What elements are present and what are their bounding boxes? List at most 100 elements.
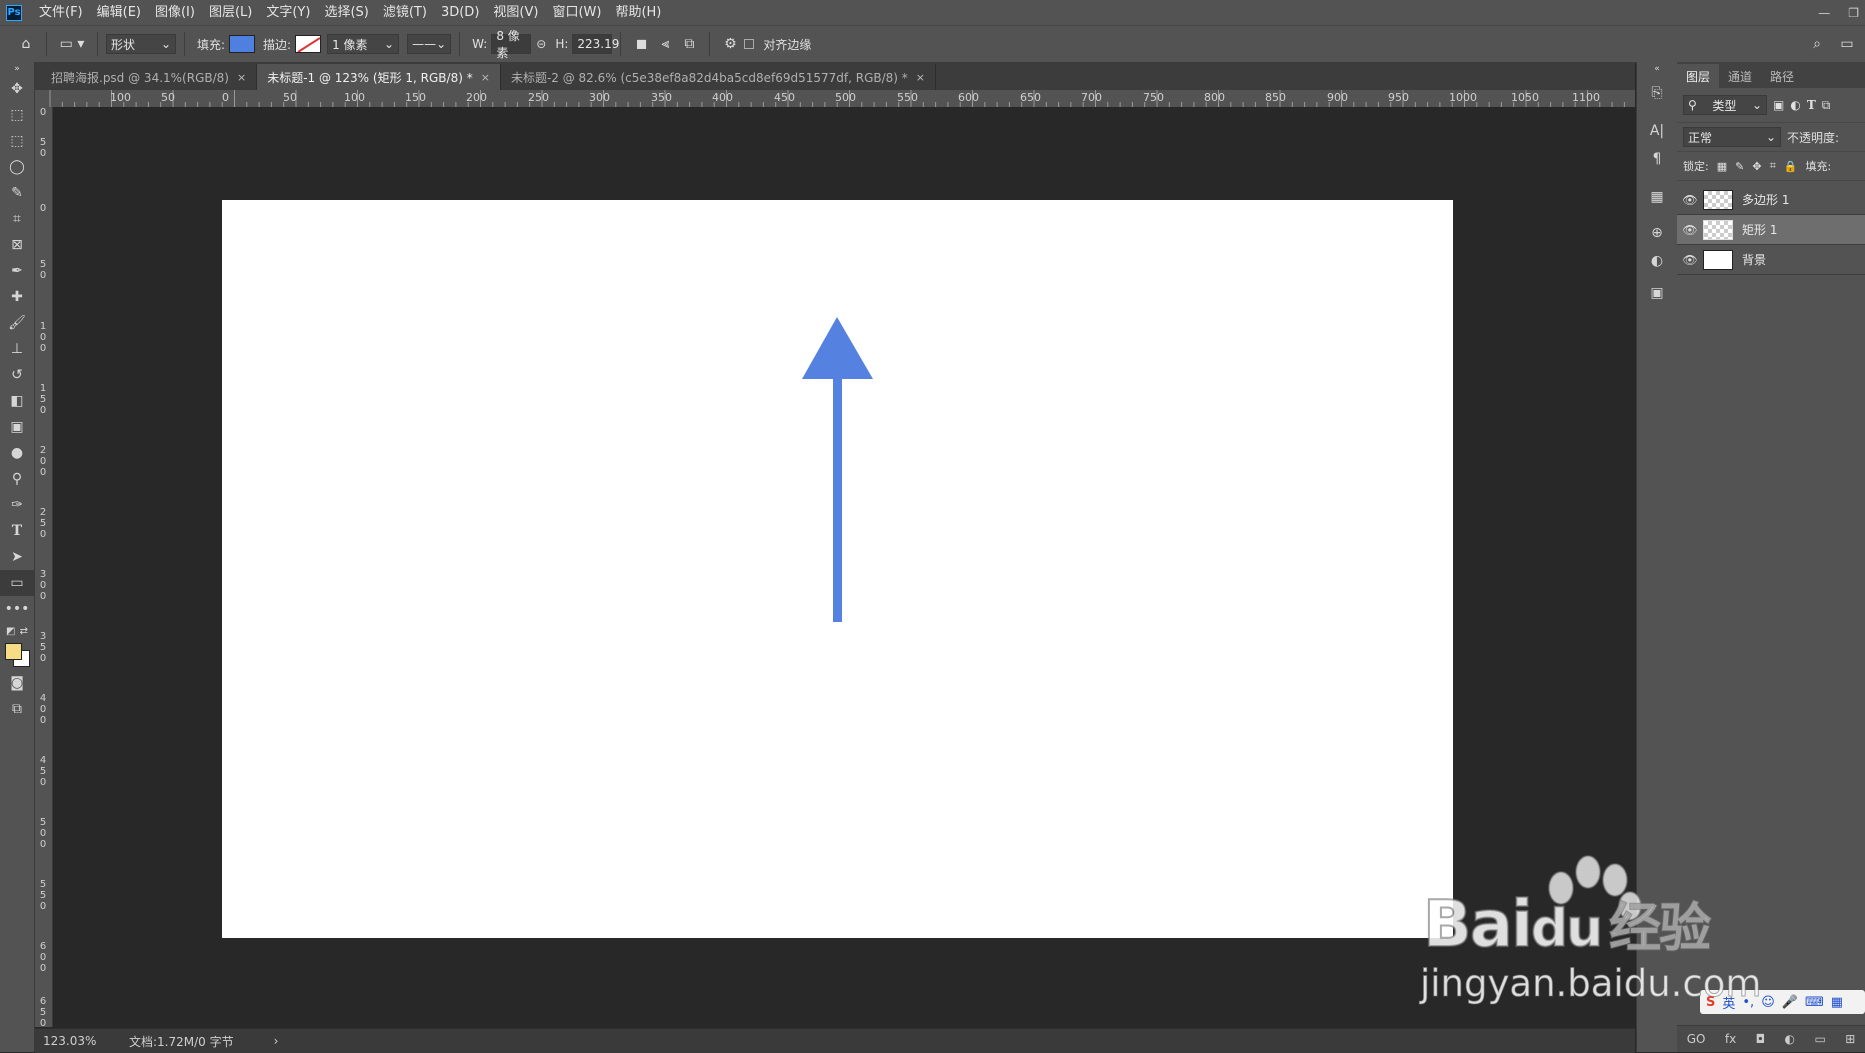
dodge-tool-icon[interactable]: ⚲	[0, 466, 34, 492]
move-tool-icon[interactable]: ✥	[0, 76, 34, 102]
polygon-1-shape[interactable]	[802, 317, 873, 379]
restore-icon[interactable]: ❐	[1848, 6, 1859, 20]
path-alignment-icon[interactable]: ⫷	[653, 32, 677, 56]
emoji-icon[interactable]: ☺	[1761, 995, 1775, 1010]
tool-preset-icon[interactable]: ▭ ▾	[55, 32, 89, 56]
eraser-tool-icon[interactable]: ◧	[0, 388, 34, 414]
zoom-level[interactable]: 123.03%	[43, 1034, 119, 1048]
add-mask-icon[interactable]: ◘	[1756, 1032, 1766, 1046]
history-brush-tool-icon[interactable]: ↺	[0, 362, 34, 388]
close-icon[interactable]: ×	[916, 71, 925, 84]
punctuation-icon[interactable]: •,	[1742, 995, 1754, 1010]
blur-tool-icon[interactable]: ●	[0, 440, 34, 466]
healing-brush-tool-icon[interactable]: ✚	[0, 284, 34, 310]
tab-poster[interactable]: 招聘海报.psd @ 34.1%(RGB/8) ×	[35, 64, 258, 90]
quick-selection-tool-icon[interactable]: ✎	[0, 180, 34, 206]
history-panel-icon[interactable]: ⎘	[1637, 76, 1677, 110]
swatches-panel-icon[interactable]: ▦	[1637, 180, 1677, 214]
default-colors-icon[interactable]: ◩	[6, 626, 15, 637]
character-panel-icon[interactable]: A|	[1637, 114, 1677, 148]
visibility-eye-icon[interactable]: 👁	[1677, 223, 1703, 237]
align-edges-checkbox[interactable]	[744, 39, 755, 49]
menu-type[interactable]: 文字(Y)	[259, 0, 317, 25]
filter-pixel-icon[interactable]: ▣	[1773, 98, 1784, 112]
layer-row-background[interactable]: 👁 背景	[1677, 245, 1865, 275]
screen-mode-icon[interactable]: ⧉	[0, 696, 34, 722]
menu-3d[interactable]: 3D(D)	[434, 0, 486, 25]
tool-mode-select[interactable]: 形状 ⌄	[106, 34, 176, 54]
vertical-ruler[interactable]: 0 5 0 0 5 0 1 0 0 1 5 0 2 0 0 2 5 0 3 0 …	[35, 107, 53, 1027]
expand-panels-icon[interactable]: «	[1637, 62, 1677, 76]
visibility-eye-icon[interactable]: 👁	[1677, 253, 1703, 267]
fill-color-swatch[interactable]	[229, 35, 256, 53]
new-group-icon[interactable]: ▭	[1814, 1032, 1825, 1046]
menu-file[interactable]: 文件(F)	[32, 0, 90, 25]
home-icon[interactable]: ⌂	[14, 32, 38, 56]
gradient-tool-icon[interactable]: ▣	[0, 414, 34, 440]
lock-transparent-icon[interactable]: ▦	[1717, 160, 1727, 173]
collapse-icon[interactable]: »	[0, 62, 34, 76]
link-icon[interactable]: ⊝	[531, 32, 551, 56]
layer-name[interactable]: 背景	[1742, 251, 1766, 268]
rectangle-tool-icon[interactable]: ▭	[0, 570, 34, 596]
lock-artboard-icon[interactable]: ⌗	[1770, 159, 1776, 173]
filter-shape-icon[interactable]: ⧉	[1822, 98, 1831, 113]
menu-view[interactable]: 视图(V)	[486, 0, 545, 25]
workspace-icon[interactable]: ▭	[1835, 32, 1859, 56]
filter-adjustment-icon[interactable]: ◐	[1790, 98, 1800, 112]
paragraph-panel-icon[interactable]: ¶	[1637, 148, 1677, 170]
filter-type-icon[interactable]: T	[1807, 98, 1816, 112]
layer-row-polygon[interactable]: 👁 多边形 1	[1677, 185, 1865, 215]
minimize-icon[interactable]: —	[1818, 6, 1830, 20]
menu-select[interactable]: 选择(S)	[317, 0, 375, 25]
frame-tool-icon[interactable]: ⊠	[0, 232, 34, 258]
status-menu-icon[interactable]: ›	[274, 1034, 279, 1048]
tab-untitled-1[interactable]: 未标题-1 @ 123% (矩形 1, RGB/8) * ×	[257, 64, 501, 90]
layer-name[interactable]: 多边形 1	[1742, 191, 1789, 208]
properties-panel-icon[interactable]: ▣	[1637, 276, 1677, 310]
document-canvas[interactable]	[222, 200, 1453, 938]
height-input[interactable]: 223.19	[572, 34, 619, 54]
sogou-logo-icon[interactable]: S	[1706, 995, 1715, 1010]
menu-window[interactable]: 窗口(W)	[545, 0, 608, 25]
menu-help[interactable]: 帮助(H)	[608, 0, 668, 25]
gear-icon[interactable]: ⚙	[718, 32, 742, 56]
fx-icon[interactable]: fx	[1725, 1032, 1736, 1046]
crop-tool-icon[interactable]: ⌗	[0, 206, 34, 232]
tab-channels[interactable]: 通道	[1719, 64, 1761, 88]
menu-filter[interactable]: 滤镜(T)	[376, 0, 434, 25]
path-selection-tool-icon[interactable]: ➤	[0, 544, 34, 570]
lasso-tool-icon[interactable]: ◯	[0, 154, 34, 180]
visibility-eye-icon[interactable]: 👁	[1677, 193, 1703, 207]
close-icon[interactable]: ×	[237, 71, 246, 84]
horizontal-ruler[interactable]: 100 50 0 50 100 150 200 250 300 350 400 …	[35, 90, 1635, 108]
path-arrangement-icon[interactable]: ⧉	[677, 32, 701, 56]
rectangle-1-shape[interactable]	[833, 378, 842, 622]
tab-layers[interactable]: 图层	[1677, 64, 1720, 88]
quick-mask-icon[interactable]: ◙	[0, 670, 34, 696]
swap-colors-icon[interactable]: ⇄	[20, 626, 28, 637]
lock-all-icon[interactable]: 🔒	[1784, 160, 1798, 173]
tab-paths[interactable]: 路径	[1761, 64, 1803, 88]
link-layers-icon[interactable]: GO	[1687, 1032, 1706, 1046]
adjustments-panel-icon[interactable]: ◐	[1637, 246, 1677, 276]
stroke-width-field[interactable]: 1 像素 ⌄	[327, 34, 400, 54]
lock-position-icon[interactable]: ✥	[1752, 160, 1761, 173]
libraries-panel-icon[interactable]: ⊕	[1637, 220, 1677, 246]
menu-edit[interactable]: 编辑(E)	[90, 0, 148, 25]
stroke-color-swatch[interactable]	[295, 35, 322, 53]
menu-image[interactable]: 图像(I)	[148, 0, 202, 25]
layer-row-rectangle[interactable]: 👁 矩形 1	[1677, 215, 1865, 245]
marquee-tool-icon[interactable]: ⬚	[0, 128, 34, 154]
blend-mode-select[interactable]: 正常 ⌄	[1683, 127, 1781, 147]
arrow-shape[interactable]	[222, 200, 1453, 938]
menu-layer[interactable]: 图层(L)	[202, 0, 259, 25]
keyboard-icon[interactable]: ⌨	[1805, 995, 1824, 1010]
new-adjustment-icon[interactable]: ◐	[1785, 1032, 1795, 1046]
more-tools-icon[interactable]: •••	[0, 596, 34, 622]
pen-tool-icon[interactable]: ✑	[0, 492, 34, 518]
path-operations-icon[interactable]: ◼	[629, 32, 653, 56]
new-layer-icon[interactable]: ⊞	[1845, 1032, 1855, 1046]
ime-language[interactable]: 英	[1722, 993, 1735, 1012]
layer-name[interactable]: 矩形 1	[1742, 221, 1777, 238]
